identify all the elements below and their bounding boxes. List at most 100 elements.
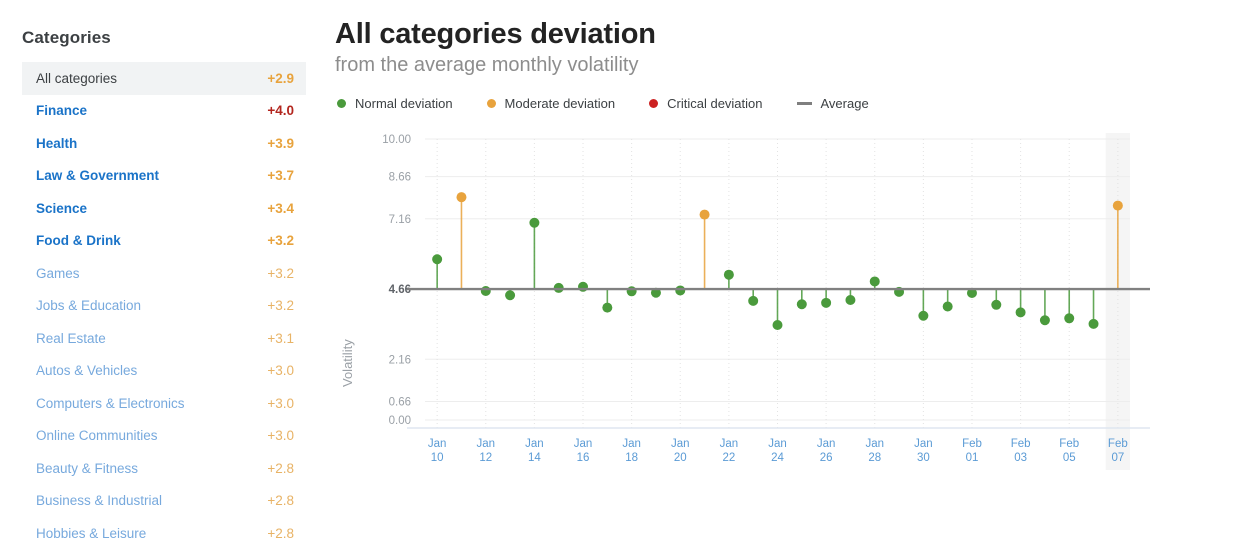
sidebar-title: Categories xyxy=(22,28,111,47)
x-tick-label-day: 12 xyxy=(479,452,492,464)
data-point-dot[interactable] xyxy=(1064,313,1075,324)
x-tick-label-day: 24 xyxy=(771,452,784,464)
x-tick-label-day: 16 xyxy=(577,452,590,464)
category-value: +2.8 xyxy=(267,525,294,541)
data-point-dot[interactable] xyxy=(456,192,467,203)
legend-item[interactable]: Critical deviation xyxy=(649,96,763,111)
data-point-dot[interactable] xyxy=(869,276,880,287)
category-row[interactable]: Health +3.9 xyxy=(22,127,306,160)
chart-subtitle: from the average monthly volatility xyxy=(335,54,639,77)
data-point-dot[interactable] xyxy=(796,299,807,310)
x-tick-label-day: 01 xyxy=(966,452,979,464)
deviation-chart[interactable]: 10.008.667.164.662.160.660.00Jan10Jan12J… xyxy=(330,125,1150,471)
y-tick-label: 0.66 xyxy=(389,397,411,409)
category-label: Jobs & Education xyxy=(36,298,142,314)
category-row[interactable]: Business & Industrial +2.8 xyxy=(22,485,306,518)
category-row[interactable]: Real Estate +3.1 xyxy=(22,322,306,355)
data-point-dot[interactable] xyxy=(821,298,832,309)
category-row[interactable]: Food & Drink +3.2 xyxy=(22,225,306,258)
data-point-dot[interactable] xyxy=(626,286,637,297)
data-point-dot[interactable] xyxy=(529,218,540,229)
category-label: Real Estate xyxy=(36,330,106,346)
category-value: +3.7 xyxy=(267,168,294,184)
y-tick-label: 2.16 xyxy=(389,355,411,367)
data-point-dot[interactable] xyxy=(578,282,589,293)
category-row[interactable]: Hobbies & Leisure +2.8 xyxy=(22,517,306,550)
category-row[interactable]: Law & Government +3.7 xyxy=(22,160,306,193)
legend-label: Moderate deviation xyxy=(504,95,616,111)
category-value: +3.2 xyxy=(267,265,294,281)
legend-dot-icon xyxy=(649,98,659,108)
category-label: Beauty & Fitness xyxy=(36,460,139,476)
data-point-dot[interactable] xyxy=(675,285,686,296)
data-point-dot[interactable] xyxy=(748,296,759,307)
data-point-dot[interactable] xyxy=(505,290,516,301)
x-tick-label-month: Jan xyxy=(622,438,641,450)
x-tick-label-month: Jan xyxy=(720,438,739,450)
category-row[interactable]: Computers & Electronics +3.0 xyxy=(22,387,306,420)
x-tick-label-month: Jan xyxy=(428,438,447,450)
category-value: +2.8 xyxy=(267,460,294,476)
x-tick-label-month: Jan xyxy=(768,438,787,450)
y-tick-label: 7.16 xyxy=(389,214,411,226)
x-tick-label-day: 28 xyxy=(868,452,881,464)
category-row[interactable]: Jobs & Education +3.2 xyxy=(22,290,306,323)
category-value: +3.0 xyxy=(267,395,294,411)
data-point-dot[interactable] xyxy=(1088,319,1099,330)
category-label: Finance xyxy=(36,103,88,119)
data-point-dot[interactable] xyxy=(991,300,1002,311)
category-value: +3.2 xyxy=(267,233,294,249)
x-tick-label-day: 03 xyxy=(1014,452,1027,464)
x-tick-label-month: Feb xyxy=(1108,438,1128,450)
data-point-dot[interactable] xyxy=(699,209,710,220)
category-row[interactable]: Games +3.2 xyxy=(22,257,306,290)
category-label: Health xyxy=(36,135,78,151)
category-value: +3.2 xyxy=(267,298,294,314)
category-row[interactable]: Science +3.4 xyxy=(22,192,306,225)
legend-label: Normal deviation xyxy=(355,95,453,111)
x-tick-label-day: 20 xyxy=(674,452,687,464)
x-tick-label-month: Feb xyxy=(1059,438,1079,450)
category-row[interactable]: Beauty & Fitness +2.8 xyxy=(22,452,306,485)
y-tick-label: 0.00 xyxy=(389,415,411,427)
x-tick-label-month: Feb xyxy=(1011,438,1031,450)
x-tick-label-month: Jan xyxy=(574,438,593,450)
legend-label: Average xyxy=(820,95,869,111)
legend-item[interactable]: Moderate deviation xyxy=(486,95,616,111)
legend-dot-icon xyxy=(486,98,496,108)
data-point-dot[interactable] xyxy=(723,270,734,281)
data-point-dot[interactable] xyxy=(772,320,783,331)
x-tick-label-month: Feb xyxy=(962,438,982,450)
category-value: +3.4 xyxy=(267,200,294,216)
x-tick-label-day: 26 xyxy=(820,452,833,464)
categories-sidebar: Categories All categories +2.9 Finance +4.0… xyxy=(0,0,330,558)
category-value: +2.8 xyxy=(267,493,294,509)
category-label: Law & Government xyxy=(36,168,160,184)
x-tick-label-month: Jan xyxy=(525,438,544,450)
legend-item[interactable]: Normal deviation xyxy=(337,96,453,111)
data-point-dot[interactable] xyxy=(1112,200,1123,211)
legend-line-icon xyxy=(796,102,812,105)
y-tick-label: 8.66 xyxy=(389,172,411,184)
category-row[interactable]: Autos & Vehicles +3.0 xyxy=(22,355,306,388)
x-tick-label-day: 14 xyxy=(528,452,541,464)
data-point-dot[interactable] xyxy=(480,286,491,297)
category-label: Online Communities xyxy=(36,428,158,444)
data-point-dot[interactable] xyxy=(432,254,443,265)
data-point-dot[interactable] xyxy=(1039,315,1050,326)
category-row[interactable]: All categories +2.9 xyxy=(22,62,306,95)
chart-title: All categories deviation xyxy=(335,18,656,50)
data-point-dot[interactable] xyxy=(1015,307,1026,318)
data-point-dot[interactable] xyxy=(845,295,856,306)
chart-panel: All categories deviation from the averag… xyxy=(330,0,1250,558)
category-value: +3.9 xyxy=(267,135,294,151)
data-point-dot[interactable] xyxy=(602,302,613,313)
legend-dot-icon xyxy=(337,98,346,108)
category-label: Computers & Electronics xyxy=(36,395,185,411)
category-row[interactable]: Finance +4.0 xyxy=(22,95,306,128)
data-point-dot[interactable] xyxy=(918,311,929,322)
category-row[interactable]: Online Communities +3.0 xyxy=(22,420,306,453)
data-point-dot[interactable] xyxy=(942,301,953,312)
legend-item[interactable]: Average xyxy=(796,95,869,111)
x-tick-label-month: Jan xyxy=(671,438,690,450)
